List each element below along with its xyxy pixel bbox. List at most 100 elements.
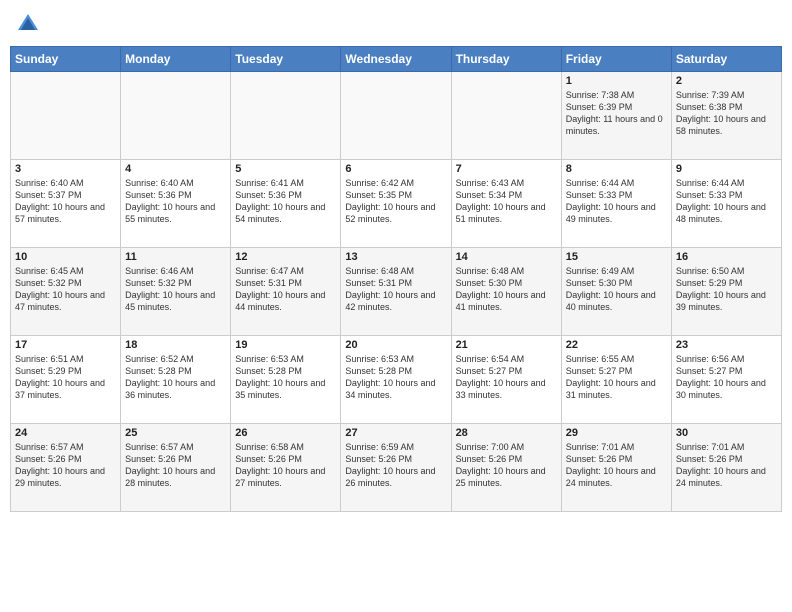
cell-content: Sunrise: 6:48 AM Sunset: 5:30 PM Dayligh… [456,265,557,314]
calendar-cell: 25 Sunrise: 6:57 AM Sunset: 5:26 PM Dayli… [121,424,231,512]
day-number: 14 [456,251,557,263]
weekday-header: Monday [121,47,231,72]
calendar-week-row: 10 Sunrise: 6:45 AM Sunset: 5:32 PM Dayli… [11,248,782,336]
cell-content: Sunrise: 6:57 AM Sunset: 5:26 PM Dayligh… [125,441,226,490]
weekday-header: Saturday [671,47,781,72]
cell-content: Sunrise: 6:43 AM Sunset: 5:34 PM Dayligh… [456,177,557,226]
day-number: 11 [125,251,226,263]
cell-content: Sunrise: 6:45 AM Sunset: 5:32 PM Dayligh… [15,265,116,314]
weekday-header: Sunday [11,47,121,72]
cell-content: Sunrise: 6:57 AM Sunset: 5:26 PM Dayligh… [15,441,116,490]
weekday-header: Thursday [451,47,561,72]
day-number: 22 [566,339,667,351]
cell-content: Sunrise: 6:58 AM Sunset: 5:26 PM Dayligh… [235,441,336,490]
day-number: 15 [566,251,667,263]
calendar-cell: 5 Sunrise: 6:41 AM Sunset: 5:36 PM Daylig… [231,160,341,248]
calendar-cell: 14 Sunrise: 6:48 AM Sunset: 5:30 PM Dayli… [451,248,561,336]
calendar: SundayMondayTuesdayWednesdayThursdayFrid… [10,46,782,512]
cell-content: Sunrise: 6:49 AM Sunset: 5:30 PM Dayligh… [566,265,667,314]
calendar-cell: 26 Sunrise: 6:58 AM Sunset: 5:26 PM Dayli… [231,424,341,512]
calendar-cell: 4 Sunrise: 6:40 AM Sunset: 5:36 PM Daylig… [121,160,231,248]
calendar-cell: 24 Sunrise: 6:57 AM Sunset: 5:26 PM Dayli… [11,424,121,512]
calendar-week-row: 17 Sunrise: 6:51 AM Sunset: 5:29 PM Dayli… [11,336,782,424]
calendar-cell [121,72,231,160]
calendar-week-row: 1Sunrise: 7:38 AM Sunset: 6:39 PM Daylig… [11,72,782,160]
day-number: 9 [676,163,777,175]
calendar-cell: 15 Sunrise: 6:49 AM Sunset: 5:30 PM Dayli… [561,248,671,336]
calendar-cell: 19 Sunrise: 6:53 AM Sunset: 5:28 PM Dayli… [231,336,341,424]
day-number: 25 [125,427,226,439]
calendar-week-row: 3 Sunrise: 6:40 AM Sunset: 5:37 PM Daylig… [11,160,782,248]
calendar-cell: 22 Sunrise: 6:55 AM Sunset: 5:27 PM Dayli… [561,336,671,424]
calendar-cell: 16 Sunrise: 6:50 AM Sunset: 5:29 PM Dayli… [671,248,781,336]
cell-content: Sunrise: 6:40 AM Sunset: 5:37 PM Dayligh… [15,177,116,226]
day-number: 24 [15,427,116,439]
cell-content: Sunrise: 6:48 AM Sunset: 5:31 PM Dayligh… [345,265,446,314]
day-number: 5 [235,163,336,175]
cell-content: Sunrise: 6:53 AM Sunset: 5:28 PM Dayligh… [345,353,446,402]
day-number: 26 [235,427,336,439]
day-number: 12 [235,251,336,263]
calendar-cell [341,72,451,160]
calendar-cell [451,72,561,160]
calendar-cell: 3 Sunrise: 6:40 AM Sunset: 5:37 PM Daylig… [11,160,121,248]
cell-content: Sunrise: 6:56 AM Sunset: 5:27 PM Dayligh… [676,353,777,402]
cell-content: Sunrise: 6:53 AM Sunset: 5:28 PM Dayligh… [235,353,336,402]
calendar-cell: 29 Sunrise: 7:01 AM Sunset: 5:26 PM Dayli… [561,424,671,512]
calendar-cell: 7 Sunrise: 6:43 AM Sunset: 5:34 PM Daylig… [451,160,561,248]
calendar-cell: 30 Sunrise: 7:01 AM Sunset: 5:26 PM Dayli… [671,424,781,512]
logo-icon [14,10,42,38]
day-number: 6 [345,163,446,175]
day-number: 27 [345,427,446,439]
day-number: 1 [566,75,667,87]
day-number: 20 [345,339,446,351]
cell-content: Sunrise: 7:01 AM Sunset: 5:26 PM Dayligh… [566,441,667,490]
cell-content: Sunrise: 6:41 AM Sunset: 5:36 PM Dayligh… [235,177,336,226]
calendar-cell: 28 Sunrise: 7:00 AM Sunset: 5:26 PM Dayli… [451,424,561,512]
weekday-header: Wednesday [341,47,451,72]
calendar-cell: 21Sunrise: 6:54 AM Sunset: 5:27 PM Dayli… [451,336,561,424]
day-number: 23 [676,339,777,351]
calendar-cell: 27 Sunrise: 6:59 AM Sunset: 5:26 PM Dayli… [341,424,451,512]
calendar-cell: 10 Sunrise: 6:45 AM Sunset: 5:32 PM Dayli… [11,248,121,336]
day-number: 8 [566,163,667,175]
page: SundayMondayTuesdayWednesdayThursdayFrid… [0,0,792,612]
calendar-cell [11,72,121,160]
cell-content: Sunrise: 6:44 AM Sunset: 5:33 PM Dayligh… [566,177,667,226]
calendar-cell: 6 Sunrise: 6:42 AM Sunset: 5:35 PM Daylig… [341,160,451,248]
calendar-cell: 9Sunrise: 6:44 AM Sunset: 5:33 PM Daylig… [671,160,781,248]
calendar-cell: 13Sunrise: 6:48 AM Sunset: 5:31 PM Dayli… [341,248,451,336]
cell-content: Sunrise: 6:59 AM Sunset: 5:26 PM Dayligh… [345,441,446,490]
day-number: 18 [125,339,226,351]
cell-content: Sunrise: 6:54 AM Sunset: 5:27 PM Dayligh… [456,353,557,402]
cell-content: Sunrise: 6:40 AM Sunset: 5:36 PM Dayligh… [125,177,226,226]
cell-content: Sunrise: 6:52 AM Sunset: 5:28 PM Dayligh… [125,353,226,402]
cell-content: Sunrise: 6:47 AM Sunset: 5:31 PM Dayligh… [235,265,336,314]
cell-content: Sunrise: 6:55 AM Sunset: 5:27 PM Dayligh… [566,353,667,402]
calendar-cell [231,72,341,160]
cell-content: Sunrise: 7:01 AM Sunset: 5:26 PM Dayligh… [676,441,777,490]
day-number: 10 [15,251,116,263]
weekday-header: Friday [561,47,671,72]
cell-content: Sunrise: 7:00 AM Sunset: 5:26 PM Dayligh… [456,441,557,490]
cell-content: Sunrise: 6:50 AM Sunset: 5:29 PM Dayligh… [676,265,777,314]
cell-content: Sunrise: 7:39 AM Sunset: 6:38 PM Dayligh… [676,89,777,138]
day-number: 17 [15,339,116,351]
day-number: 19 [235,339,336,351]
calendar-cell: 23 Sunrise: 6:56 AM Sunset: 5:27 PM Dayli… [671,336,781,424]
calendar-cell: 11Sunrise: 6:46 AM Sunset: 5:32 PM Dayli… [121,248,231,336]
day-number: 4 [125,163,226,175]
cell-content: Sunrise: 6:42 AM Sunset: 5:35 PM Dayligh… [345,177,446,226]
logo [14,10,46,38]
calendar-cell: 2Sunrise: 7:39 AM Sunset: 6:38 PM Daylig… [671,72,781,160]
day-number: 7 [456,163,557,175]
day-number: 28 [456,427,557,439]
day-number: 29 [566,427,667,439]
day-number: 16 [676,251,777,263]
day-number: 3 [15,163,116,175]
calendar-week-row: 24 Sunrise: 6:57 AM Sunset: 5:26 PM Dayli… [11,424,782,512]
calendar-cell: 12 Sunrise: 6:47 AM Sunset: 5:31 PM Dayli… [231,248,341,336]
day-number: 30 [676,427,777,439]
cell-content: Sunrise: 6:51 AM Sunset: 5:29 PM Dayligh… [15,353,116,402]
header [10,10,782,38]
